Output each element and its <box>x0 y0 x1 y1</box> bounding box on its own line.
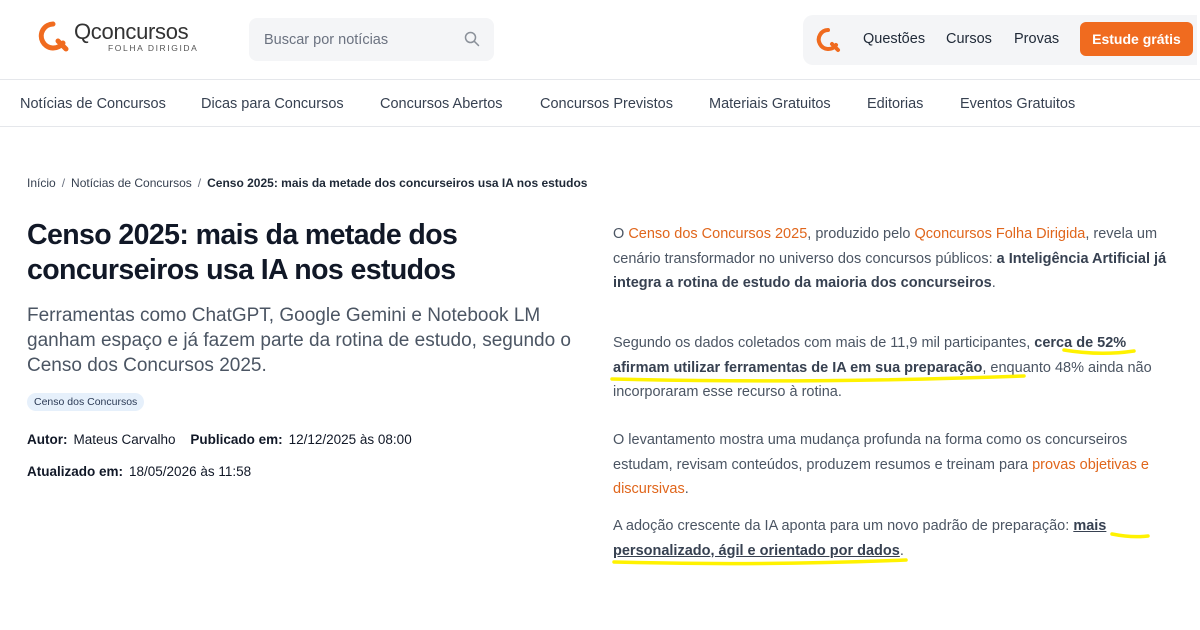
qconcursos-link[interactable]: Qconcursos Folha Dirigida <box>914 226 1085 242</box>
updated-label: Atualizado em: <box>27 464 124 479</box>
category-link[interactable]: Notícias de Concursos <box>20 96 166 112</box>
category-nav: Notícias de Concursos Dicas para Concurs… <box>0 80 1200 127</box>
logo-name: Qconcursos <box>74 18 189 44</box>
search-box <box>249 18 494 61</box>
qconcursos-icon[interactable] <box>815 27 841 53</box>
category-link[interactable]: Eventos Gratuitos <box>960 96 1075 112</box>
category-link[interactable]: Dicas para Concursos <box>201 96 344 112</box>
breadcrumb-home[interactable]: Início <box>27 176 56 190</box>
text: A adoção crescente da IA aponta para um … <box>613 518 1074 534</box>
text: . <box>991 275 996 291</box>
nav-link-questoes[interactable]: Questões <box>863 31 925 47</box>
header-actions: Questões Cursos Provas Estude grátis <box>803 15 1197 65</box>
breadcrumb-current: Censo 2025: mais da metade dos concursei… <box>207 176 588 190</box>
breadcrumb-section[interactable]: Notícias de Concursos <box>71 176 192 190</box>
article-paragraph-2: Segundo os dados coletados com mais de 1… <box>613 331 1173 405</box>
author-line: Autor: Mateus Carvalho Publicado em: 12/12… <box>27 432 412 447</box>
category-link[interactable]: Materiais Gratuitos <box>709 96 831 112</box>
updated-date: 18/05/2026 às 11:58 <box>129 464 252 479</box>
text: . <box>899 542 904 559</box>
published-date: 12/12/2025 às 08:00 <box>288 432 412 447</box>
text: . <box>684 481 689 497</box>
text: , produzido pelo <box>807 226 915 242</box>
author-name: Mateus Carvalho <box>73 432 176 447</box>
text: O <box>613 226 629 242</box>
site-logo[interactable]: Qconcursos FOLHA DIRIGIDA <box>36 16 198 56</box>
article-subtitle: Ferramentas como ChatGPT, Google Gemini … <box>27 305 571 376</box>
search-input[interactable] <box>249 18 464 61</box>
breadcrumb-separator: / <box>197 176 202 190</box>
article-title: Censo 2025: mais da metade dos concursei… <box>27 219 458 286</box>
logo-subtitle: FOLHA DIRIGIDA <box>108 42 199 53</box>
author-label: Autor: <box>27 432 68 447</box>
updated-line: Atualizado em: 18/05/2026 às 11:58 <box>27 464 251 479</box>
top-header: Qconcursos FOLHA DIRIGIDA Questões Curso… <box>0 0 1200 80</box>
text: Segundo os dados coletados com mais de 1… <box>613 335 1035 351</box>
study-free-button[interactable]: Estude grátis <box>1080 22 1193 56</box>
breadcrumb: Início / Notícias de Concursos / Censo 2025:… <box>27 176 587 190</box>
breadcrumb-separator: / <box>61 176 66 190</box>
category-tag[interactable]: Censo dos Concursos <box>27 393 145 411</box>
article-paragraph-3: O levantamento mostra uma mudança profun… <box>613 428 1173 502</box>
logo-q-icon <box>38 21 69 52</box>
published-label: Publicado em: <box>190 432 283 447</box>
census-link[interactable]: Censo dos Concursos 2025 <box>628 226 807 242</box>
category-link[interactable]: Concursos Previstos <box>540 96 673 112</box>
nav-link-cursos[interactable]: Cursos <box>946 31 992 47</box>
category-link[interactable]: Editorias <box>867 96 923 112</box>
article-paragraph-4: A adoção crescente da IA aponta para um … <box>613 514 1173 563</box>
search-icon[interactable] <box>464 31 480 47</box>
nav-link-provas[interactable]: Provas <box>1014 31 1059 47</box>
article-paragraph-1: O Censo dos Concursos 2025, produzido pe… <box>613 222 1173 296</box>
category-link[interactable]: Concursos Abertos <box>380 96 503 112</box>
